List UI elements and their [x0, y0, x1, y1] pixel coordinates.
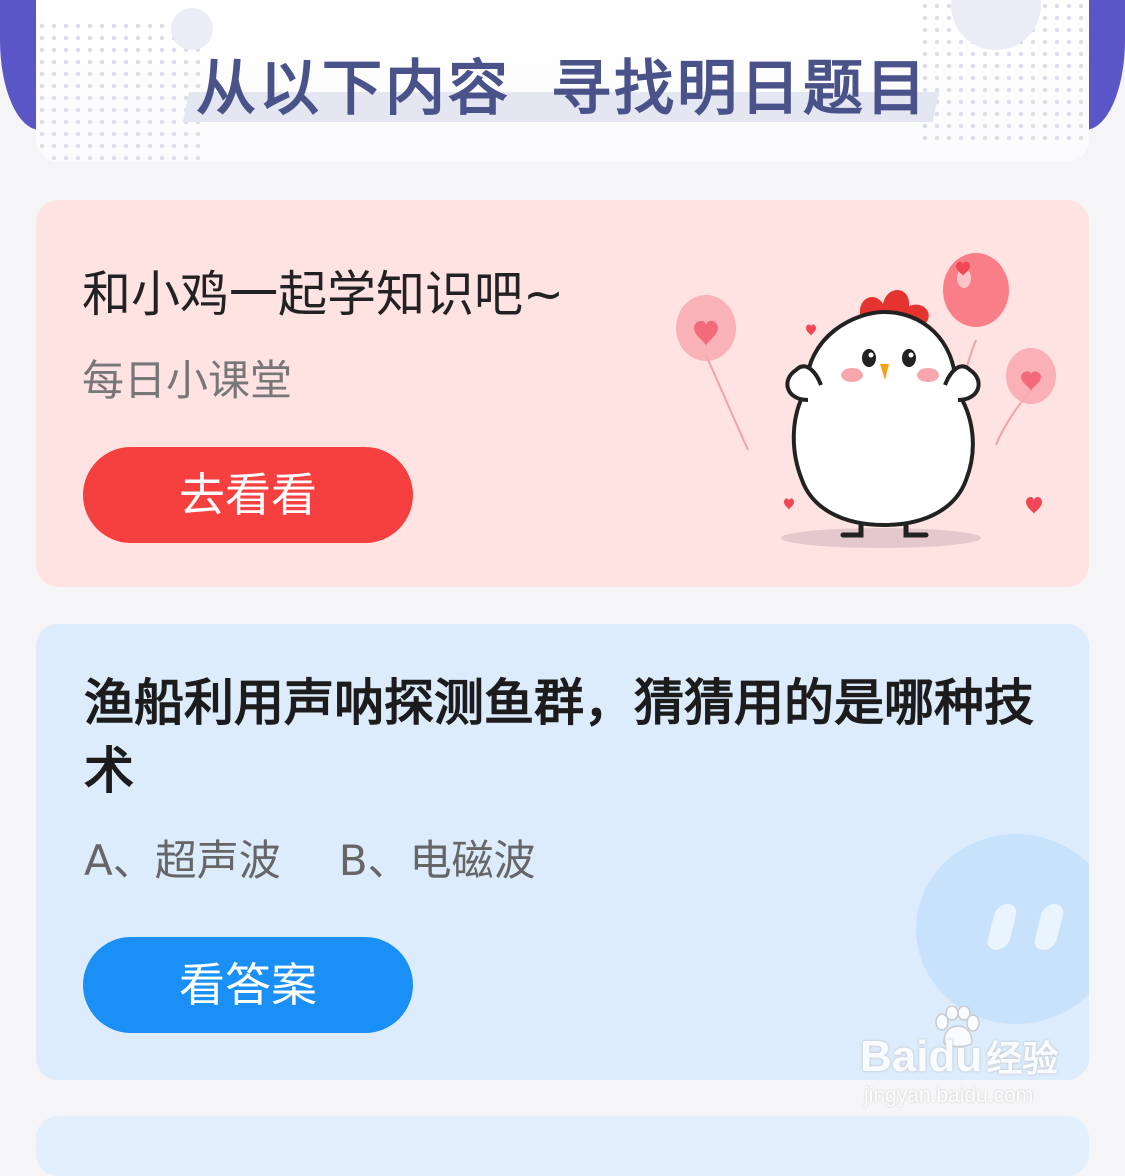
go-see-button[interactable]: 去看看 [83, 447, 413, 543]
option-a: A、超声波 [84, 836, 281, 885]
blob-eye [1032, 904, 1066, 950]
watermark-logo-cn: 经验 [986, 1038, 1059, 1079]
watermark-logo-prefix: Bai [860, 1032, 929, 1081]
lesson-card-title: 和小鸡一起学知识吧~ [82, 266, 565, 323]
next-card-peek [36, 1116, 1089, 1176]
blob-eye [985, 904, 1019, 950]
chick-mascot-icon [676, 253, 1056, 548]
header-banner: 从以下内容 寻找明日题目 [36, 0, 1089, 162]
daily-lesson-card[interactable]: 和小鸡一起学知识吧~ 每日小课堂 去看看 [36, 200, 1089, 587]
baidu-jingyan-watermark: Baidu 经验 jingyan.baidu.com [860, 1006, 1080, 1110]
page-title-part1: 从以下内容 [196, 54, 511, 124]
watermark-logo-suffix: du [928, 1032, 983, 1081]
answer-options: A、超声波 B、电磁波 [84, 827, 536, 888]
cloud-blob-icon [916, 834, 1089, 1024]
option-b: B、电磁波 [338, 836, 536, 885]
page-title-part2: 寻找明日题目 [551, 54, 929, 124]
question-text: 渔船利用声呐探测鱼群，猜猜用的是哪种技术 [84, 674, 1034, 800]
page-title: 从以下内容 寻找明日题目 [36, 40, 1089, 127]
lesson-card-subtitle: 每日小课堂 [82, 356, 293, 405]
view-answer-button[interactable]: 看答案 [83, 937, 413, 1033]
watermark-logo: Baidu 经验 [860, 1030, 1058, 1082]
watermark-url: jingyan.baidu.com [864, 1084, 1034, 1107]
